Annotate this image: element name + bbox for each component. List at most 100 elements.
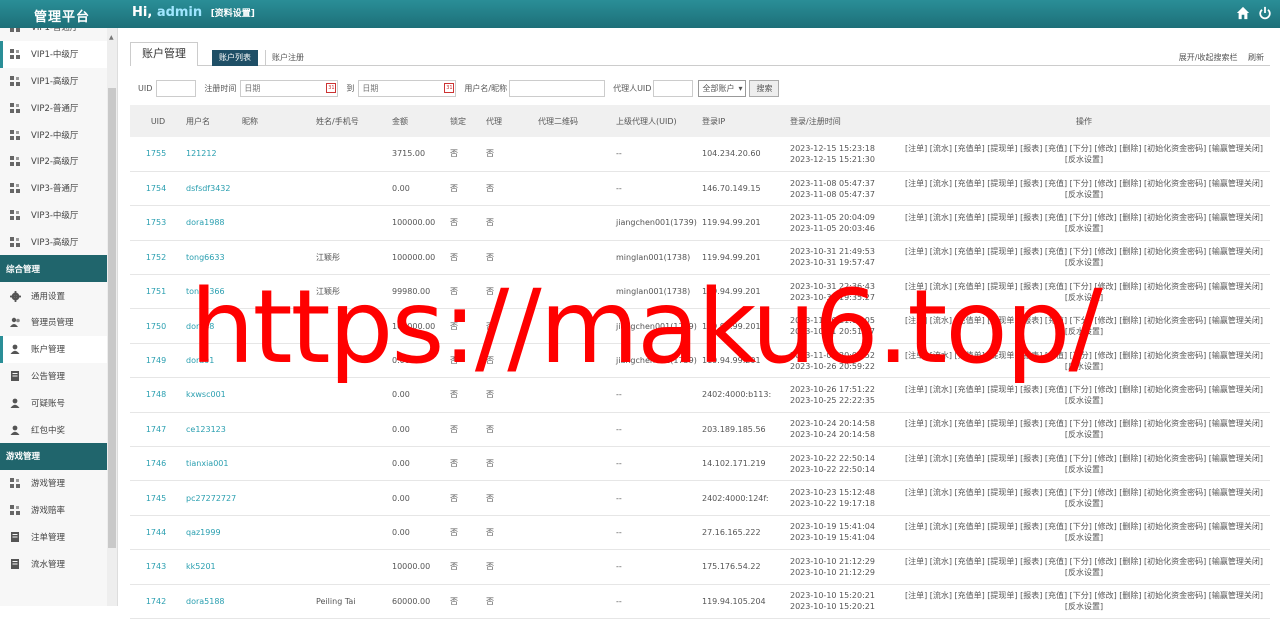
- column-header[interactable]: 登录/注册时间: [786, 105, 894, 137]
- cell-uid[interactable]: 1748: [130, 378, 182, 412]
- sidebar-item[interactable]: VIP3-高级厅: [0, 228, 117, 255]
- action-links[interactable]: [注单] [流水] [充值单] [提现单] [报表] [充值] [下分] [修改…: [898, 418, 1270, 429]
- column-header[interactable]: 姓名/手机号: [312, 105, 388, 137]
- sidebar-scrollbar[interactable]: ▲: [107, 28, 117, 606]
- cell-username[interactable]: tong6633: [182, 240, 238, 274]
- rebate-settings-link[interactable]: [反水设置]: [898, 429, 1270, 440]
- agent-uid-input[interactable]: [653, 79, 694, 97]
- cell-actions[interactable]: [注单] [流水] [充值单] [提现单] [报表] [充值] [下分] [修改…: [894, 584, 1270, 618]
- cell-actions[interactable]: [注单] [流水] [充值单] [提现单] [报表] [充值] [下分] [修改…: [894, 481, 1270, 515]
- cell-username[interactable]: dora01: [182, 343, 238, 377]
- cell-uid[interactable]: 1745: [130, 481, 182, 515]
- rebate-settings-link[interactable]: [反水设置]: [898, 257, 1270, 268]
- cell-actions[interactable]: [注单] [流水] [充值单] [提现单] [报表] [充值] [下分] [修改…: [894, 378, 1270, 412]
- cell-username[interactable]: tong3366: [182, 275, 238, 309]
- sidebar-item[interactable]: 游戏管理: [0, 470, 117, 497]
- uid-input[interactable]: [156, 79, 197, 97]
- cell-username[interactable]: qaz1999: [182, 515, 238, 549]
- rebate-settings-link[interactable]: [反水设置]: [898, 361, 1270, 372]
- column-header[interactable]: 昵称: [238, 105, 312, 137]
- profile-settings-link[interactable]: [资料设置]: [211, 9, 255, 19]
- column-header[interactable]: 操作: [894, 105, 1270, 137]
- sidebar-item[interactable]: 账户管理: [0, 335, 117, 363]
- cell-actions[interactable]: [注单] [流水] [充值单] [提现单] [报表] [充值] [下分] [修改…: [894, 447, 1270, 481]
- toggle-search-link[interactable]: 展开/收起搜索栏: [1179, 53, 1238, 62]
- cell-username[interactable]: tianxia001: [182, 447, 238, 481]
- action-links[interactable]: [注单] [流水] [充值单] [提现单] [报表] [充值] [下分] [修改…: [898, 453, 1270, 464]
- section-header-games[interactable]: 游戏管理: [0, 442, 117, 470]
- subtab-account-register[interactable]: 账户注册: [265, 50, 310, 66]
- sidebar-item[interactable]: 红包中奖: [0, 416, 117, 443]
- sidebar-item[interactable]: 公告管理: [0, 363, 117, 390]
- cell-username[interactable]: dora5188: [182, 584, 238, 618]
- rebate-settings-link[interactable]: [反水设置]: [898, 154, 1270, 165]
- column-header[interactable]: 金额: [388, 105, 446, 137]
- sidebar-item[interactable]: VIP2-高级厅: [0, 148, 117, 175]
- sidebar-item[interactable]: 可疑账号: [0, 389, 117, 416]
- cell-uid[interactable]: 1754: [130, 171, 182, 205]
- cell-actions[interactable]: [注单] [流水] [充值单] [提现单] [报表] [充值] [下分] [修改…: [894, 240, 1270, 274]
- home-icon[interactable]: [1236, 6, 1250, 20]
- cell-actions[interactable]: [注单] [流水] [充值单] [提现单] [报表] [充值] [下分] [修改…: [894, 550, 1270, 584]
- sidebar-item[interactable]: 游戏赔率: [0, 497, 117, 524]
- cell-actions[interactable]: [注单] [流水] [充值单] [提现单] [报表] [充值] [下分] [修改…: [894, 412, 1270, 446]
- rebate-settings-link[interactable]: [反水设置]: [898, 292, 1270, 303]
- calendar-icon[interactable]: 31: [326, 82, 337, 93]
- action-links[interactable]: [注单] [流水] [充值单] [提现单] [报表] [充值] [下分] [修改…: [898, 487, 1270, 498]
- column-header[interactable]: 代理二维码: [534, 105, 612, 137]
- action-links[interactable]: [注单] [流水] [充值单] [提现单] [报表] [充值] [下分] [修改…: [898, 143, 1270, 154]
- action-links[interactable]: [注单] [流水] [充值单] [提现单] [报表] [充值] [下分] [修改…: [898, 178, 1270, 189]
- cell-username[interactable]: kk5201: [182, 550, 238, 584]
- action-links[interactable]: [注单] [流水] [充值单] [提现单] [报表] [充值] [下分] [修改…: [898, 281, 1270, 292]
- action-links[interactable]: [注单] [流水] [充值单] [提现单] [报表] [充值] [下分] [修改…: [898, 212, 1270, 223]
- rebate-settings-link[interactable]: [反水设置]: [898, 532, 1270, 543]
- action-links[interactable]: [注单] [流水] [充值单] [提现单] [报表] [充值] [下分] [修改…: [898, 556, 1270, 567]
- cell-uid[interactable]: 1743: [130, 550, 182, 584]
- power-icon[interactable]: [1258, 6, 1272, 20]
- rebate-settings-link[interactable]: [反水设置]: [898, 601, 1270, 612]
- cell-actions[interactable]: [注单] [流水] [充值单] [提现单] [报表] [充值] [下分] [修改…: [894, 343, 1270, 377]
- sidebar-item[interactable]: VIP3-中级厅: [0, 202, 117, 229]
- cell-uid[interactable]: 1752: [130, 240, 182, 274]
- cell-actions[interactable]: [注单] [流水] [充值单] [提现单] [报表] [充值] [下分] [修改…: [894, 206, 1270, 240]
- column-header[interactable]: 上级代理人(UID): [612, 105, 698, 137]
- section-header-general[interactable]: 综合管理: [0, 255, 117, 283]
- cell-uid[interactable]: 1742: [130, 584, 182, 618]
- cell-uid[interactable]: 1744: [130, 515, 182, 549]
- scroll-thumb[interactable]: [108, 88, 116, 548]
- cell-uid[interactable]: 1746: [130, 447, 182, 481]
- search-button[interactable]: 搜索: [749, 79, 780, 97]
- rebate-settings-link[interactable]: [反水设置]: [898, 223, 1270, 234]
- action-links[interactable]: [注单] [流水] [充值单] [提现单] [报表] [充值] [下分] [修改…: [898, 246, 1270, 257]
- cell-actions[interactable]: [注单] [流水] [充值单] [提现单] [报表] [充值] [下分] [修改…: [894, 309, 1270, 343]
- column-header[interactable]: 锁定: [446, 105, 482, 137]
- cell-uid[interactable]: 1755: [130, 137, 182, 171]
- sidebar-item[interactable]: 流水管理: [0, 550, 117, 577]
- account-type-select[interactable]: 全部账户 ▾: [698, 79, 747, 97]
- sidebar-item[interactable]: 管理员管理: [0, 309, 117, 336]
- end-date-input[interactable]: [358, 79, 457, 97]
- sidebar-item[interactable]: 通用设置: [0, 282, 117, 309]
- rebate-settings-link[interactable]: [反水设置]: [898, 498, 1270, 509]
- cell-username[interactable]: dsfsdf3432: [182, 171, 238, 205]
- sidebar-item[interactable]: VIP1-普通厅: [0, 28, 117, 41]
- rebate-settings-link[interactable]: [反水设置]: [898, 464, 1270, 475]
- rebate-settings-link[interactable]: [反水设置]: [898, 326, 1270, 337]
- sidebar-item[interactable]: VIP2-中级厅: [0, 121, 117, 148]
- action-links[interactable]: [注单] [流水] [充值单] [提现单] [报表] [充值] [下分] [修改…: [898, 384, 1270, 395]
- cell-actions[interactable]: [注单] [流水] [充值单] [提现单] [报表] [充值] [下分] [修改…: [894, 275, 1270, 309]
- tab-account-management[interactable]: 账户管理: [130, 42, 198, 66]
- cell-uid[interactable]: 1751: [130, 275, 182, 309]
- action-links[interactable]: [注单] [流水] [充值单] [提现单] [报表] [充值] [下分] [修改…: [898, 521, 1270, 532]
- action-links[interactable]: [注单] [流水] [充值单] [提现单] [报表] [充值] [下分] [修改…: [898, 315, 1270, 326]
- sidebar-item[interactable]: VIP2-普通厅: [0, 94, 117, 121]
- cell-username[interactable]: dora88: [182, 309, 238, 343]
- rebate-settings-link[interactable]: [反水设置]: [898, 567, 1270, 578]
- cell-uid[interactable]: 1747: [130, 412, 182, 446]
- subtab-account-list[interactable]: 账户列表: [212, 50, 258, 66]
- cell-username[interactable]: kxwsc001: [182, 378, 238, 412]
- cell-actions[interactable]: [注单] [流水] [充值单] [提现单] [报表] [充值] [下分] [修改…: [894, 515, 1270, 549]
- cell-uid[interactable]: 1750: [130, 309, 182, 343]
- cell-uid[interactable]: 1749: [130, 343, 182, 377]
- scroll-up-icon[interactable]: ▲: [109, 34, 114, 41]
